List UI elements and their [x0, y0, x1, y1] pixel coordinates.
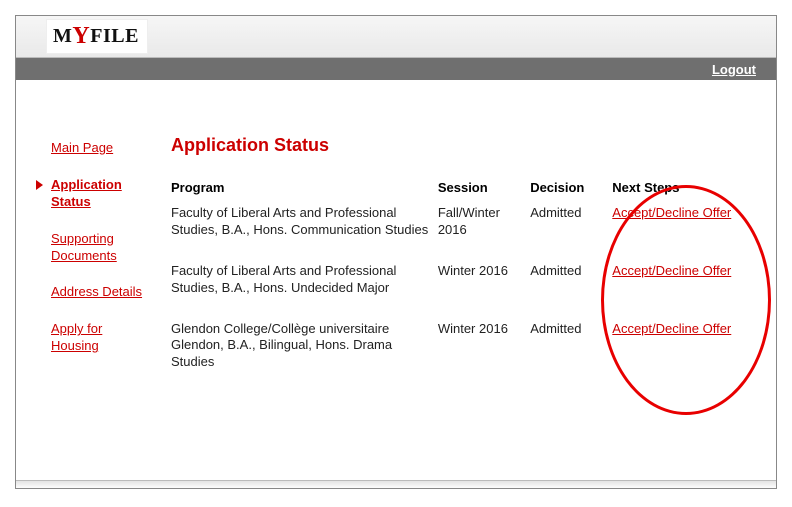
sidebar-link-application-status[interactable]: Application Status: [51, 177, 146, 211]
applications-table: Program Session Decision Next Steps Facu…: [171, 176, 756, 391]
cell-session: Fall/Winter 2016: [438, 201, 530, 259]
sidebar-item-main-page: Main Page: [51, 140, 146, 157]
logo-text-y: Y: [72, 23, 90, 49]
cell-program: Glendon College/Collège universitaire Gl…: [171, 317, 438, 392]
table-row: Glendon College/Collège universitaire Gl…: [171, 317, 756, 392]
active-marker-icon: [36, 180, 43, 190]
accept-decline-link[interactable]: Accept/Decline Offer: [612, 321, 731, 336]
cell-session: Winter 2016: [438, 259, 530, 317]
cell-program: Faculty of Liberal Arts and Professional…: [171, 259, 438, 317]
sidebar-link-supporting-documents[interactable]: Supporting Documents: [51, 231, 146, 265]
sidebar-item-apply-for-housing: Apply for Housing: [51, 321, 146, 355]
cell-decision: Admitted: [530, 201, 612, 259]
sidebar-item-supporting-documents: Supporting Documents: [51, 231, 146, 265]
cell-session: Winter 2016: [438, 317, 530, 392]
sidebar-link-address-details[interactable]: Address Details: [51, 284, 146, 301]
logo-text-pre: M: [53, 25, 72, 47]
col-header-decision: Decision: [530, 176, 612, 201]
bottom-shadow: [16, 480, 776, 488]
accept-decline-link[interactable]: Accept/Decline Offer: [612, 263, 731, 278]
cell-decision: Admitted: [530, 317, 612, 392]
sidebar: Main Page Application Status Supporting …: [36, 135, 146, 450]
col-header-session: Session: [438, 176, 530, 201]
cell-decision: Admitted: [530, 259, 612, 317]
page-title: Application Status: [171, 135, 756, 156]
header-bar: MYFILE: [16, 16, 776, 58]
accept-decline-link[interactable]: Accept/Decline Offer: [612, 205, 731, 220]
table-row: Faculty of Liberal Arts and Professional…: [171, 259, 756, 317]
col-header-next-steps: Next Steps: [612, 176, 756, 201]
logout-link[interactable]: Logout: [712, 62, 756, 77]
table-header-row: Program Session Decision Next Steps: [171, 176, 756, 201]
table-row: Faculty of Liberal Arts and Professional…: [171, 201, 756, 259]
sidebar-link-apply-for-housing[interactable]: Apply for Housing: [51, 321, 146, 355]
sidebar-link-main-page[interactable]: Main Page: [51, 140, 146, 157]
col-header-program: Program: [171, 176, 438, 201]
content-area: Main Page Application Status Supporting …: [16, 80, 776, 480]
sidebar-item-application-status: Application Status: [51, 177, 146, 211]
utility-bar: Logout: [16, 58, 776, 80]
sidebar-item-address-details: Address Details: [51, 284, 146, 301]
logo: MYFILE: [46, 19, 148, 54]
cell-program: Faculty of Liberal Arts and Professional…: [171, 201, 438, 259]
logo-text-post: FILE: [90, 25, 139, 47]
app-window: MYFILE Logout Main Page Application Stat…: [15, 15, 777, 489]
main-panel: Application Status Program Session Decis…: [146, 135, 756, 450]
